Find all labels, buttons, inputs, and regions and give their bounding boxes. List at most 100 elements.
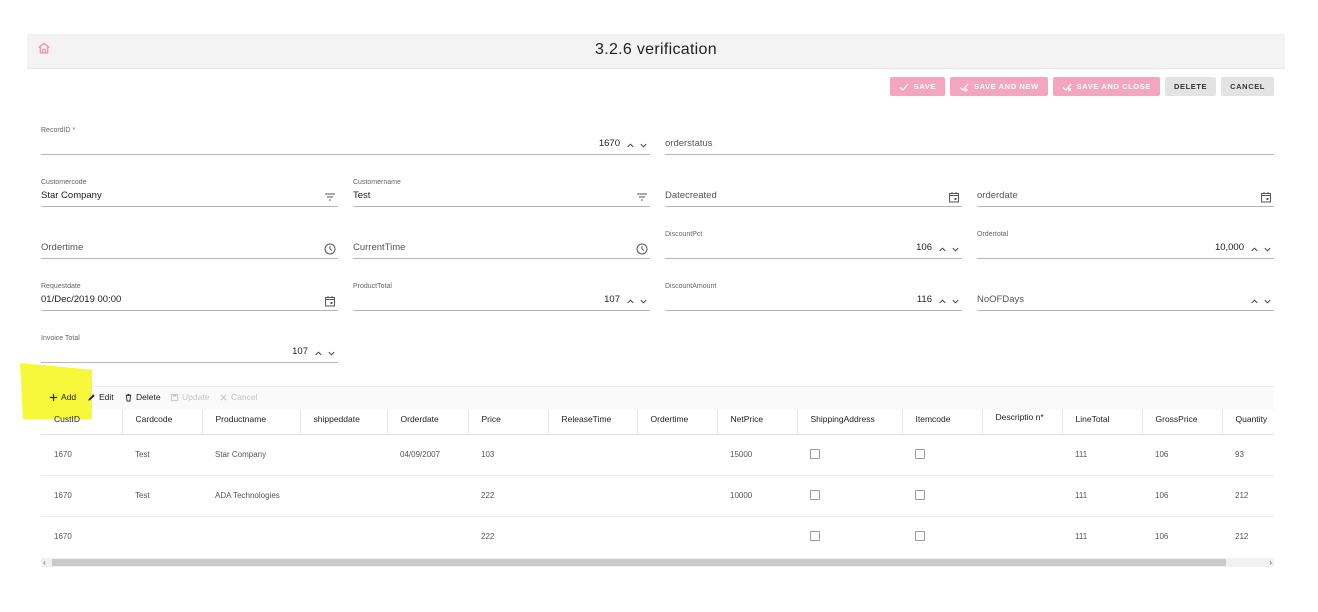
- calendar-icon[interactable]: [324, 295, 336, 307]
- itemcode-checkbox[interactable]: [915, 530, 925, 541]
- cell-shippeddate[interactable]: [300, 434, 387, 476]
- orderdate-field[interactable]: orderdate: [977, 155, 1274, 207]
- producttotal-field[interactable]: ProductTotal 107: [353, 259, 650, 311]
- column-header[interactable]: CustID: [41, 410, 123, 435]
- cell-description[interactable]: [982, 434, 1062, 476]
- column-header[interactable]: Productname: [202, 410, 301, 435]
- recordid-value[interactable]: 1670: [599, 138, 620, 149]
- chevron-up-icon[interactable]: [1250, 245, 1259, 254]
- requestdate-field[interactable]: Requestdate 01/Dec/2019 00:00: [41, 259, 338, 311]
- column-header[interactable]: Itemcode: [902, 410, 983, 435]
- invoicetotal-spinner[interactable]: [314, 349, 336, 358]
- column-header[interactable]: ReleaseTime: [548, 410, 638, 435]
- cancel-button[interactable]: CANCEL: [1221, 77, 1274, 96]
- cell-itemcode[interactable]: [902, 516, 982, 557]
- cell-custid[interactable]: 1670: [41, 475, 122, 517]
- shippingaddress-checkbox[interactable]: [810, 489, 820, 500]
- customername-value[interactable]: Test: [353, 190, 370, 201]
- ordertotal-field[interactable]: Ordertotal 10,000: [977, 207, 1274, 259]
- grid-delete-button[interactable]: Delete: [124, 392, 161, 402]
- calendar-icon[interactable]: [1260, 191, 1272, 203]
- cell-ordertime[interactable]: [637, 434, 717, 476]
- cell-linetotal[interactable]: 111: [1062, 516, 1142, 557]
- column-header[interactable]: Orderdate: [387, 410, 469, 435]
- invoicetotal-field[interactable]: Invoice Total 107: [41, 311, 338, 363]
- calendar-icon[interactable]: [948, 191, 960, 203]
- orderstatus-field[interactable]: orderstatus: [665, 103, 1274, 155]
- cell-netprice[interactable]: 10000: [717, 475, 797, 517]
- table-row[interactable]: 1670 Test ADA Technologies 222 10000 111…: [41, 475, 1274, 517]
- cell-releasetime[interactable]: [548, 475, 637, 517]
- grid-update-button[interactable]: Update: [170, 392, 209, 402]
- delete-button[interactable]: DELETE: [1164, 77, 1217, 96]
- noofdays-spinner[interactable]: [1250, 297, 1272, 306]
- discountpct-value[interactable]: 106: [916, 242, 932, 253]
- itemcode-checkbox[interactable]: [915, 489, 925, 500]
- cell-description[interactable]: [982, 516, 1062, 557]
- filter-icon[interactable]: [636, 191, 648, 203]
- discountamount-field[interactable]: DiscountAmount 116: [665, 259, 962, 311]
- grid-add-button[interactable]: Add: [49, 392, 76, 402]
- column-header[interactable]: NetPrice: [717, 410, 798, 435]
- column-header[interactable]: ShippingAddress: [797, 410, 903, 435]
- cell-grossprice[interactable]: 106: [1142, 434, 1222, 476]
- currenttime-field[interactable]: CurrentTime: [353, 207, 650, 259]
- cell-shippingaddress[interactable]: [797, 516, 902, 557]
- shippingaddress-checkbox[interactable]: [810, 448, 820, 459]
- discountamount-spinner[interactable]: [938, 297, 960, 306]
- recordid-field[interactable]: RecordID * 1670: [41, 103, 650, 155]
- column-header[interactable]: Price: [468, 410, 549, 435]
- chevron-down-icon[interactable]: [639, 141, 648, 150]
- column-header[interactable]: Descriptio n*: [982, 410, 1063, 435]
- clock-icon[interactable]: [636, 243, 648, 255]
- grid-cancel-button[interactable]: Cancel: [219, 392, 257, 402]
- cell-orderdate[interactable]: [387, 475, 468, 517]
- cell-productname[interactable]: ADA Technologies: [202, 475, 300, 517]
- cell-quantity[interactable]: 212: [1222, 516, 1274, 557]
- cell-description[interactable]: [982, 475, 1062, 517]
- grid-edit-button[interactable]: Edit: [87, 392, 114, 402]
- cell-quantity[interactable]: 93: [1222, 434, 1274, 476]
- cell-grossprice[interactable]: 106: [1142, 516, 1222, 557]
- itemcode-checkbox[interactable]: [915, 448, 925, 459]
- horizontal-scrollbar[interactable]: ‹ ›: [41, 558, 1274, 567]
- chevron-down-icon[interactable]: [951, 245, 960, 254]
- recordid-spinner[interactable]: [626, 141, 648, 150]
- cell-orderdate[interactable]: 04/09/2007: [387, 434, 468, 476]
- cell-shippingaddress[interactable]: [797, 434, 902, 476]
- discountpct-field[interactable]: DiscountPct 106: [665, 207, 962, 259]
- column-header[interactable]: Cardcode: [122, 410, 203, 435]
- cell-itemcode[interactable]: [902, 475, 982, 517]
- requestdate-value[interactable]: 01/Dec/2019 00:00: [41, 294, 121, 305]
- cell-price[interactable]: 103: [468, 434, 548, 476]
- column-header[interactable]: LineTotal: [1062, 410, 1143, 435]
- clock-icon[interactable]: [324, 243, 336, 255]
- cell-shippingaddress[interactable]: [797, 475, 902, 517]
- cell-cardcode[interactable]: [122, 516, 202, 557]
- cell-price[interactable]: 222: [468, 475, 548, 517]
- column-header[interactable]: Ordertime: [637, 410, 718, 435]
- cell-productname[interactable]: Star Company: [202, 434, 300, 476]
- chevron-up-icon[interactable]: [314, 349, 323, 358]
- discountamount-value[interactable]: 116: [917, 294, 932, 305]
- cell-price[interactable]: 222: [468, 516, 548, 557]
- chevron-down-icon[interactable]: [1263, 297, 1272, 306]
- cell-netprice[interactable]: [717, 516, 797, 557]
- scroll-left-icon[interactable]: ‹: [43, 558, 46, 567]
- chevron-down-icon[interactable]: [951, 297, 960, 306]
- cell-linetotal[interactable]: 111: [1062, 434, 1142, 476]
- save-and-new-button[interactable]: SAVE AND NEW: [950, 77, 1048, 96]
- customername-field[interactable]: Customername Test: [353, 155, 650, 207]
- column-header[interactable]: Quantity: [1222, 410, 1274, 435]
- cell-ordertime[interactable]: [637, 516, 717, 557]
- customercode-field[interactable]: Customercode Star Company: [41, 155, 338, 207]
- cell-ordertime[interactable]: [637, 475, 717, 517]
- cell-shippeddate[interactable]: [300, 516, 387, 557]
- chevron-down-icon[interactable]: [327, 349, 336, 358]
- cell-shippeddate[interactable]: [300, 475, 387, 517]
- save-and-close-button[interactable]: SAVE AND CLOSE: [1052, 77, 1160, 96]
- ordertotal-value[interactable]: 10,000: [1215, 242, 1244, 253]
- ordertotal-spinner[interactable]: [1250, 245, 1272, 254]
- cell-productname[interactable]: [202, 516, 300, 557]
- cell-quantity[interactable]: 212: [1222, 475, 1274, 517]
